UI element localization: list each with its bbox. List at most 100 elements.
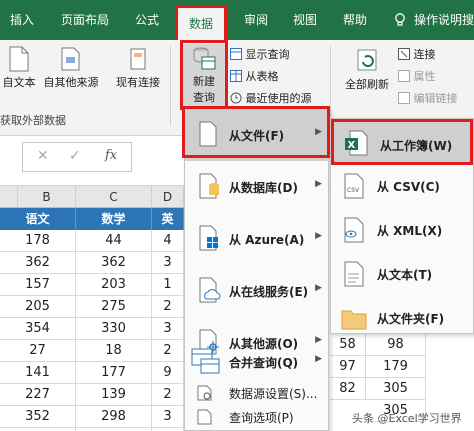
submenu-item-from-xml[interactable]: 从 XML(X) xyxy=(331,207,473,253)
table-cell[interactable]: 27 xyxy=(0,340,76,362)
menu-item-from-online-services[interactable]: 从在线服务(E) ▶ xyxy=(185,265,328,317)
connections-icon xyxy=(398,48,410,60)
tab-page-layout[interactable]: 页面布局 xyxy=(50,0,120,40)
table-cell[interactable]: 352 xyxy=(0,406,76,428)
submenu-item-from-workbook[interactable]: X 从工作簿(W) xyxy=(331,119,473,165)
submenu-item-from-text[interactable]: 从文本(T) xyxy=(331,251,473,297)
new-query-icon xyxy=(193,47,216,70)
show-queries-item[interactable]: 显示查询 xyxy=(230,46,290,62)
from-online-services-label: 从在线服务(E) xyxy=(229,285,309,299)
refresh-all-button[interactable]: 全部刷新 xyxy=(340,48,394,92)
table-cell[interactable]: 18 xyxy=(76,340,152,362)
tab-data[interactable]: 数据 xyxy=(175,5,227,40)
table-cell[interactable]: 9 xyxy=(152,362,184,384)
connections-label: 连接 xyxy=(413,48,436,61)
column-header-b[interactable]: B xyxy=(18,186,76,208)
tab-view[interactable]: 视图 xyxy=(283,0,327,40)
table-cell[interactable]: 141 xyxy=(0,362,76,384)
table-cell[interactable]: 44 xyxy=(76,230,152,252)
watermark-text: 头条 @Excel学习世界 xyxy=(352,412,462,425)
folder-icon xyxy=(341,310,367,330)
fx-icon[interactable]: fx xyxy=(105,148,117,163)
new-query-button[interactable]: 新建 查询 xyxy=(182,44,226,108)
column-header-d[interactable]: D xyxy=(152,186,184,208)
select-all-corner[interactable] xyxy=(0,186,18,208)
table-cell[interactable]: 97 xyxy=(330,356,366,378)
svg-text:CSV: CSV xyxy=(347,187,360,194)
combine-icon xyxy=(191,348,220,374)
table-cell[interactable]: 4 xyxy=(152,230,184,252)
table-cell[interactable]: 179 xyxy=(366,356,426,378)
menu-item-from-database[interactable]: 从数据库(D) ▶ xyxy=(185,161,328,213)
submenu-item-from-csv[interactable]: CSV 从 CSV(C) xyxy=(331,163,473,209)
table-cell[interactable]: 178 xyxy=(0,230,76,252)
table-cell[interactable]: 82 xyxy=(330,378,366,400)
table-cell[interactable]: 139 xyxy=(76,384,152,406)
table-icon xyxy=(230,48,242,60)
refresh-icon xyxy=(357,49,377,71)
table-cell[interactable]: 227 xyxy=(0,384,76,406)
from-text-button[interactable]: 自文本 xyxy=(0,46,38,90)
from-workbook-label: 从工作簿(W) xyxy=(380,139,453,153)
from-other-sources-button[interactable]: 自其他来源 xyxy=(40,46,102,90)
table-cell[interactable]: 2 xyxy=(152,384,184,406)
table-cell[interactable]: 3 xyxy=(152,252,184,274)
menu-item-data-source-settings[interactable]: 数据源设置(S)... xyxy=(185,381,328,405)
table-cell[interactable]: 177 xyxy=(76,362,152,384)
table-cell[interactable]: 1 xyxy=(152,274,184,296)
table-header-english[interactable]: 英 xyxy=(152,208,184,230)
submenu-item-from-folder[interactable]: 从文件夹(F) xyxy=(331,295,473,341)
xml-file-icon xyxy=(344,217,364,243)
table-cell[interactable]: 2 xyxy=(152,340,184,362)
from-file-label: 从文件(F) xyxy=(229,129,285,143)
existing-connections-button[interactable]: 现有连接 xyxy=(112,46,164,90)
table-cell[interactable]: 362 xyxy=(76,252,152,274)
show-queries-label: 显示查询 xyxy=(245,48,290,61)
properties-label: 属性 xyxy=(413,70,436,83)
recent-sources-item[interactable]: 最近使用的源 xyxy=(230,90,312,106)
table-cell[interactable]: 2 xyxy=(152,296,184,318)
table-cell[interactable]: 330 xyxy=(76,318,152,340)
table-cell[interactable]: 275 xyxy=(76,296,152,318)
ribbon-tab-bar: 插入 页面布局 公式 数据 审阅 视图 帮助 操作说明搜 xyxy=(0,0,474,40)
cancel-icon[interactable]: ✕ xyxy=(37,148,49,164)
table-cell[interactable]: 362 xyxy=(0,252,76,274)
tab-insert[interactable]: 插入 xyxy=(0,0,44,40)
table-cell[interactable]: 298 xyxy=(76,406,152,428)
table-cell[interactable]: 205 xyxy=(0,296,76,318)
properties-icon xyxy=(398,70,410,82)
confirm-icon[interactable]: ✓ xyxy=(69,148,81,164)
menu-item-query-options[interactable]: 查询选项(P) xyxy=(185,405,328,429)
table-header-chinese[interactable]: 语文 xyxy=(0,208,76,230)
table-cell[interactable]: 305 xyxy=(366,378,426,400)
menu-item-from-file[interactable]: 从文件(F) ▶ xyxy=(185,109,328,161)
table-cell[interactable]: 354 xyxy=(0,318,76,340)
from-database-label: 从数据库(D) xyxy=(229,181,298,195)
new-query-label-line1: 新建 xyxy=(193,75,215,88)
submenu-arrow-icon: ▶ xyxy=(315,231,322,241)
tab-help[interactable]: 帮助 xyxy=(333,0,377,40)
properties-item[interactable]: 属性 xyxy=(398,68,436,84)
tell-me-search[interactable]: 操作说明搜 xyxy=(414,0,474,40)
table-cell[interactable]: 203 xyxy=(76,274,152,296)
recent-sources-label: 最近使用的源 xyxy=(245,92,312,105)
from-text-menu-label: 从文本(T) xyxy=(377,268,433,282)
table-cell[interactable]: 3 xyxy=(152,318,184,340)
connections-item[interactable]: 连接 xyxy=(398,46,436,62)
menu-item-from-azure[interactable]: 从 Azure(A) ▶ xyxy=(185,213,328,265)
tab-review[interactable]: 审阅 xyxy=(234,0,278,40)
table-cell[interactable]: 3 xyxy=(152,406,184,428)
edit-links-item[interactable]: 编辑链接 xyxy=(398,90,458,106)
existing-connections-icon xyxy=(130,48,146,70)
from-text-label: 自文本 xyxy=(2,76,36,89)
from-file-submenu: X 从工作簿(W) CSV 从 CSV(C) 从 XML(X) 从文本(T) 从… xyxy=(330,118,474,334)
column-header-c[interactable]: C xyxy=(76,186,152,208)
table-header-math[interactable]: 数学 xyxy=(76,208,152,230)
from-table-item[interactable]: 从表格 xyxy=(230,68,279,84)
csv-file-icon: CSV xyxy=(344,173,364,199)
refresh-all-label: 全部刷新 xyxy=(345,78,389,91)
text-file-icon xyxy=(9,46,29,72)
tab-formulas[interactable]: 公式 xyxy=(125,0,169,40)
table-cell[interactable]: 157 xyxy=(0,274,76,296)
windows-azure-icon xyxy=(199,225,218,251)
